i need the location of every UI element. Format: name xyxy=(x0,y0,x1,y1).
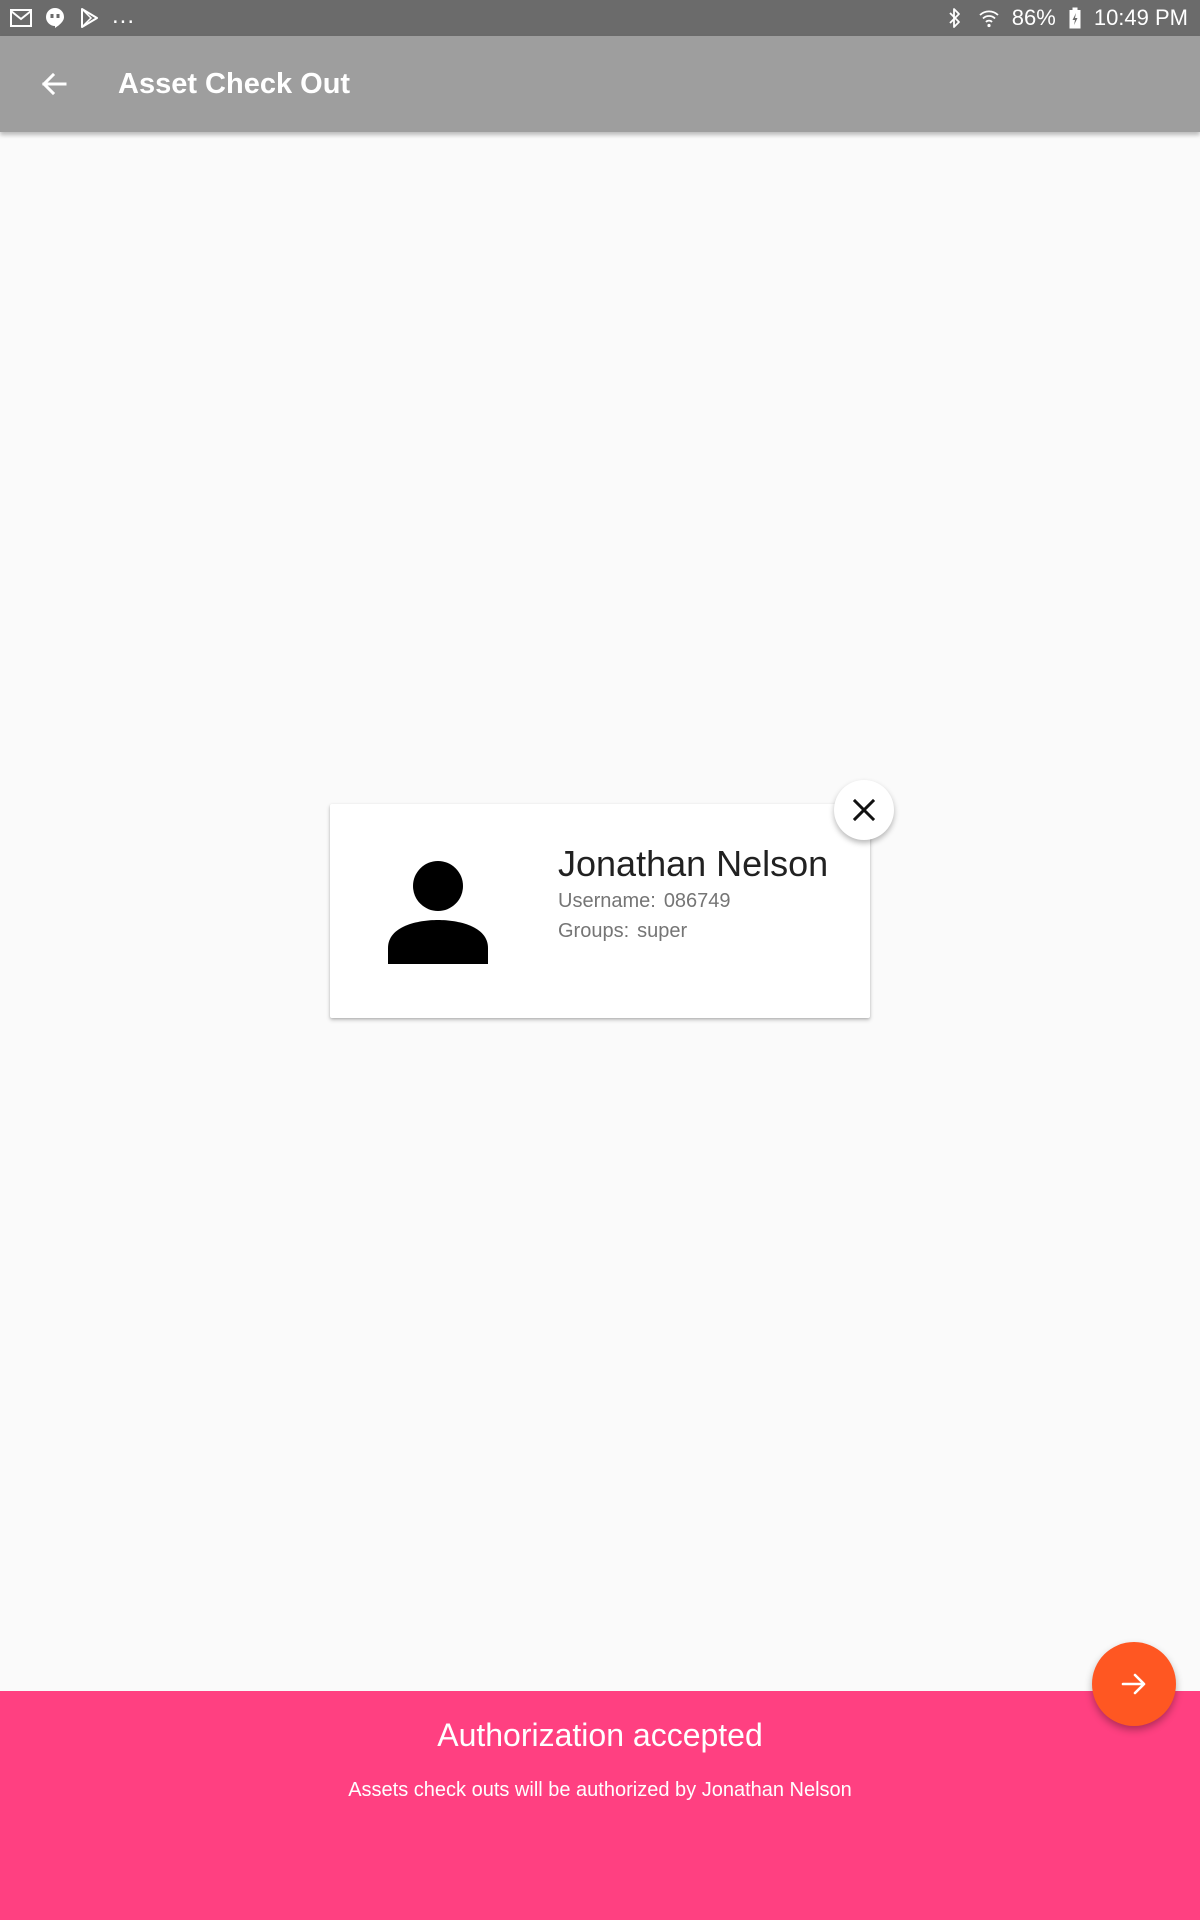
snackbar-message: Assets check outs will be authorized by … xyxy=(348,1779,852,1801)
status-time: 10:49 PM xyxy=(1093,5,1188,30)
next-fab-button[interactable] xyxy=(1092,1642,1176,1726)
authorization-snackbar: Authorization accepted Assets check outs… xyxy=(0,1691,1200,1920)
username-label: Username: xyxy=(558,890,656,912)
user-name: Jonathan Nelson xyxy=(558,843,829,884)
user-card: Jonathan Nelson Username: 086749 Groups: s… xyxy=(330,804,870,1018)
groups-line: Groups: super xyxy=(558,916,828,946)
app-bar: Asset Check Out xyxy=(0,36,1200,132)
page-title: Asset Check Out xyxy=(118,67,351,100)
status-left: ... xyxy=(10,2,136,29)
wifi-icon xyxy=(978,7,1000,29)
status-bar: ... 86% 10:49 PM xyxy=(0,0,1200,36)
arrow-left-icon xyxy=(41,71,67,97)
user-info: Jonathan Nelson Username: 086749 Groups: s… xyxy=(558,842,828,946)
status-right: 86% 10:49 PM xyxy=(944,5,1188,31)
play-store-icon xyxy=(78,7,100,29)
gmail-icon xyxy=(10,7,32,29)
battery-percent: 86% xyxy=(1011,5,1056,30)
remove-user-button[interactable] xyxy=(834,780,894,840)
person-icon xyxy=(388,860,488,964)
status-more-indicator: ... xyxy=(112,2,136,29)
back-button[interactable] xyxy=(26,56,82,112)
groups-label: Groups: xyxy=(558,920,630,942)
arrow-right-icon xyxy=(1120,1670,1148,1698)
hangouts-icon xyxy=(44,7,66,29)
username-value: 086749 xyxy=(663,890,731,912)
snackbar-title: Authorization accepted xyxy=(437,1717,763,1753)
battery-charging-icon xyxy=(1068,7,1082,29)
close-icon xyxy=(853,799,875,821)
groups-value: super xyxy=(637,920,688,942)
username-line: Username: 086749 xyxy=(558,886,828,916)
bluetooth-icon xyxy=(944,7,966,29)
